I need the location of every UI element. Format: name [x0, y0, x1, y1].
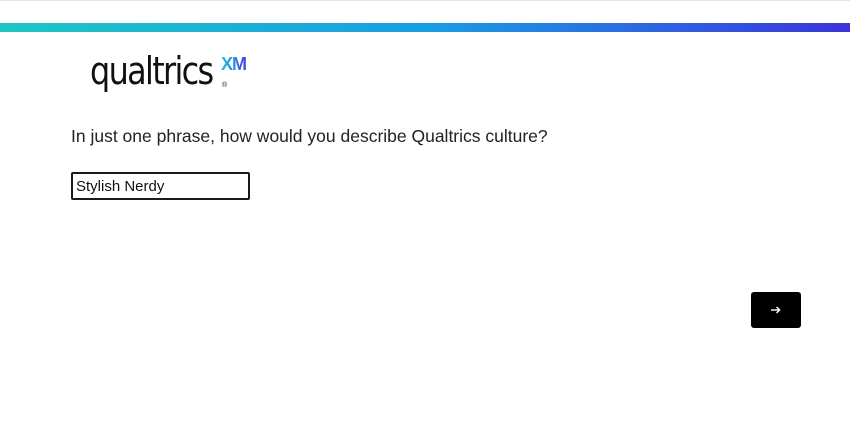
progress-bar	[0, 23, 850, 32]
question-text: In just one phrase, how would you descri…	[71, 126, 548, 146]
logo-xm-suffix: XM	[221, 54, 247, 74]
answer-input[interactable]	[71, 172, 250, 200]
next-button[interactable]	[751, 292, 801, 328]
top-border	[0, 0, 850, 1]
qualtrics-xm-logo: qualtrics ® XM	[90, 49, 247, 107]
arrow-right-icon	[771, 306, 781, 314]
logo-registered-mark: ®	[222, 82, 228, 89]
logo-wordmark: qualtrics	[90, 49, 214, 93]
